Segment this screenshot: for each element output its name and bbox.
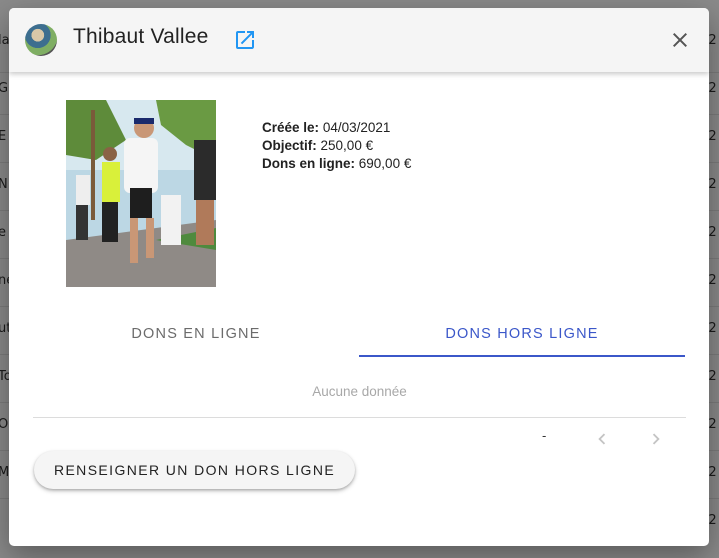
online-donations-label: Dons en ligne:	[262, 156, 356, 171]
fundraiser-photo	[66, 100, 216, 287]
created-date-value: 04/03/2021	[322, 120, 391, 135]
open-in-new-icon[interactable]	[233, 28, 257, 52]
fundraiser-info: Créée le: 04/03/2021 Objectif: 250,00 € …	[262, 119, 411, 173]
dialog-header: Thibaut Vallee	[9, 8, 709, 72]
donation-tabs: DONS EN LIGNE DONS HORS LIGNE	[33, 314, 686, 358]
online-donations-value: 690,00 €	[358, 156, 412, 171]
user-avatar	[25, 24, 57, 56]
goal-value: 250,00 €	[320, 138, 374, 153]
created-date-label: Créée le:	[262, 120, 320, 135]
goal-row: Objectif: 250,00 €	[262, 137, 411, 155]
tab-offline-donations[interactable]: DONS HORS LIGNE	[359, 314, 685, 358]
created-date-row: Créée le: 04/03/2021	[262, 119, 411, 137]
goal-label: Objectif:	[262, 138, 317, 153]
table-divider	[33, 417, 686, 418]
empty-table-message: Aucune donnée	[312, 384, 407, 399]
tab-online-donations[interactable]: DONS EN LIGNE	[33, 314, 359, 358]
fundraiser-dialog: Thibaut Vallee Créée le: 04/03/2021 Obje…	[9, 8, 709, 546]
online-donations-row: Dons en ligne: 690,00 €	[262, 155, 411, 173]
chevron-left-icon[interactable]	[590, 428, 614, 450]
pagination-range: -	[542, 428, 547, 443]
chevron-right-icon[interactable]	[644, 428, 668, 450]
close-icon[interactable]	[668, 28, 692, 52]
dialog-title: Thibaut Vallee	[73, 25, 209, 48]
active-tab-indicator	[359, 355, 685, 357]
add-offline-donation-button[interactable]: RENSEIGNER UN DON HORS LIGNE	[34, 451, 355, 489]
